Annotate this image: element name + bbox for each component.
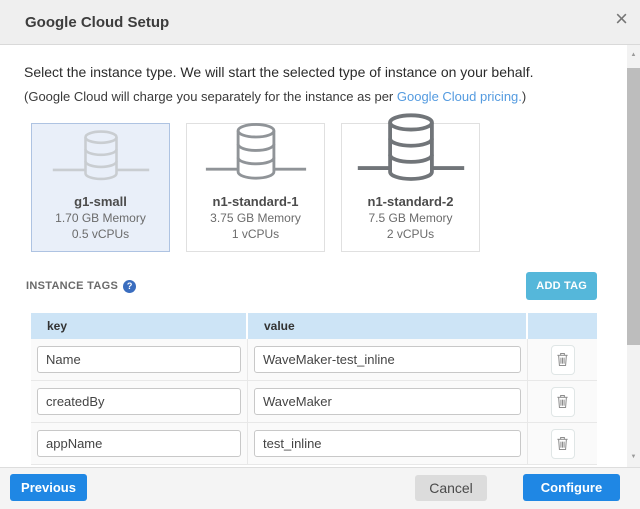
- google-cloud-setup-dialog: Google Cloud Setup × Select the instance…: [0, 0, 640, 509]
- table-row: [31, 423, 597, 465]
- tag-value-input[interactable]: [254, 346, 521, 373]
- instance-memory: 7.5 GB Memory: [368, 210, 452, 226]
- instance-type-instruction: Select the instance type. We will start …: [24, 64, 533, 80]
- instance-vcpus: 2 vCPUs: [387, 226, 434, 242]
- dialog-footer: Previous Cancel Configure: [0, 467, 640, 509]
- database-icon: [49, 126, 153, 188]
- tag-key-input[interactable]: [37, 388, 241, 415]
- instance-card-n1-standard-2[interactable]: n1-standard-2 7.5 GB Memory 2 vCPUs: [341, 123, 480, 252]
- instance-name: n1-standard-1: [213, 193, 299, 210]
- column-header-actions: [528, 313, 597, 339]
- help-icon[interactable]: ?: [123, 280, 136, 293]
- instance-memory: 1.70 GB Memory: [55, 210, 146, 226]
- table-row: [31, 381, 597, 423]
- add-tag-button[interactable]: ADD TAG: [526, 272, 597, 300]
- scrollbar-down-icon[interactable]: ▼: [627, 449, 640, 465]
- google-cloud-pricing-link[interactable]: Google Cloud pricing.: [397, 89, 522, 104]
- instance-type-cards: g1-small 1.70 GB Memory 0.5 vCPUs n1-sta…: [31, 123, 480, 252]
- previous-button[interactable]: Previous: [10, 474, 87, 501]
- tag-key-input[interactable]: [37, 346, 241, 373]
- instance-vcpus: 1 vCPUs: [232, 226, 279, 242]
- database-icon: [202, 120, 310, 188]
- delete-tag-button[interactable]: [551, 345, 575, 375]
- vertical-scrollbar: ▲ ▼: [627, 45, 640, 467]
- table-header-row: key value: [31, 313, 597, 339]
- dialog-title: Google Cloud Setup: [25, 14, 169, 31]
- scrollbar-up-icon[interactable]: ▲: [627, 47, 640, 63]
- instance-vcpus: 0.5 vCPUs: [72, 226, 129, 242]
- database-icon: [354, 112, 468, 188]
- tag-key-input[interactable]: [37, 430, 241, 457]
- instance-memory: 3.75 GB Memory: [210, 210, 301, 226]
- instance-tags-label: INSTANCE TAGS: [26, 280, 118, 292]
- instance-tags-header: INSTANCE TAGS ? ADD TAG: [26, 272, 597, 300]
- column-header-value: value: [248, 313, 526, 339]
- dialog-header: Google Cloud Setup ×: [0, 0, 640, 45]
- column-header-key: key: [31, 313, 246, 339]
- close-icon[interactable]: ×: [615, 8, 628, 30]
- scrollbar-thumb[interactable]: [627, 68, 640, 345]
- pricing-note-prefix: (Google Cloud will charge you separately…: [24, 89, 397, 104]
- delete-tag-button[interactable]: [551, 387, 575, 417]
- tag-value-input[interactable]: [254, 430, 521, 457]
- pricing-note: (Google Cloud will charge you separately…: [24, 89, 526, 104]
- instance-card-g1-small[interactable]: g1-small 1.70 GB Memory 0.5 vCPUs: [31, 123, 170, 252]
- pricing-note-suffix: ): [522, 89, 526, 104]
- trash-icon: [556, 436, 569, 451]
- tag-value-input[interactable]: [254, 388, 521, 415]
- configure-button[interactable]: Configure: [523, 474, 620, 501]
- delete-tag-button[interactable]: [551, 429, 575, 459]
- instance-name: n1-standard-2: [368, 193, 454, 210]
- trash-icon: [556, 394, 569, 409]
- table-row: [31, 339, 597, 381]
- cancel-button[interactable]: Cancel: [415, 475, 487, 501]
- instance-name: g1-small: [74, 193, 127, 210]
- instance-card-n1-standard-1[interactable]: n1-standard-1 3.75 GB Memory 1 vCPUs: [186, 123, 325, 252]
- trash-icon: [556, 352, 569, 367]
- instance-tags-table: key value: [31, 313, 597, 465]
